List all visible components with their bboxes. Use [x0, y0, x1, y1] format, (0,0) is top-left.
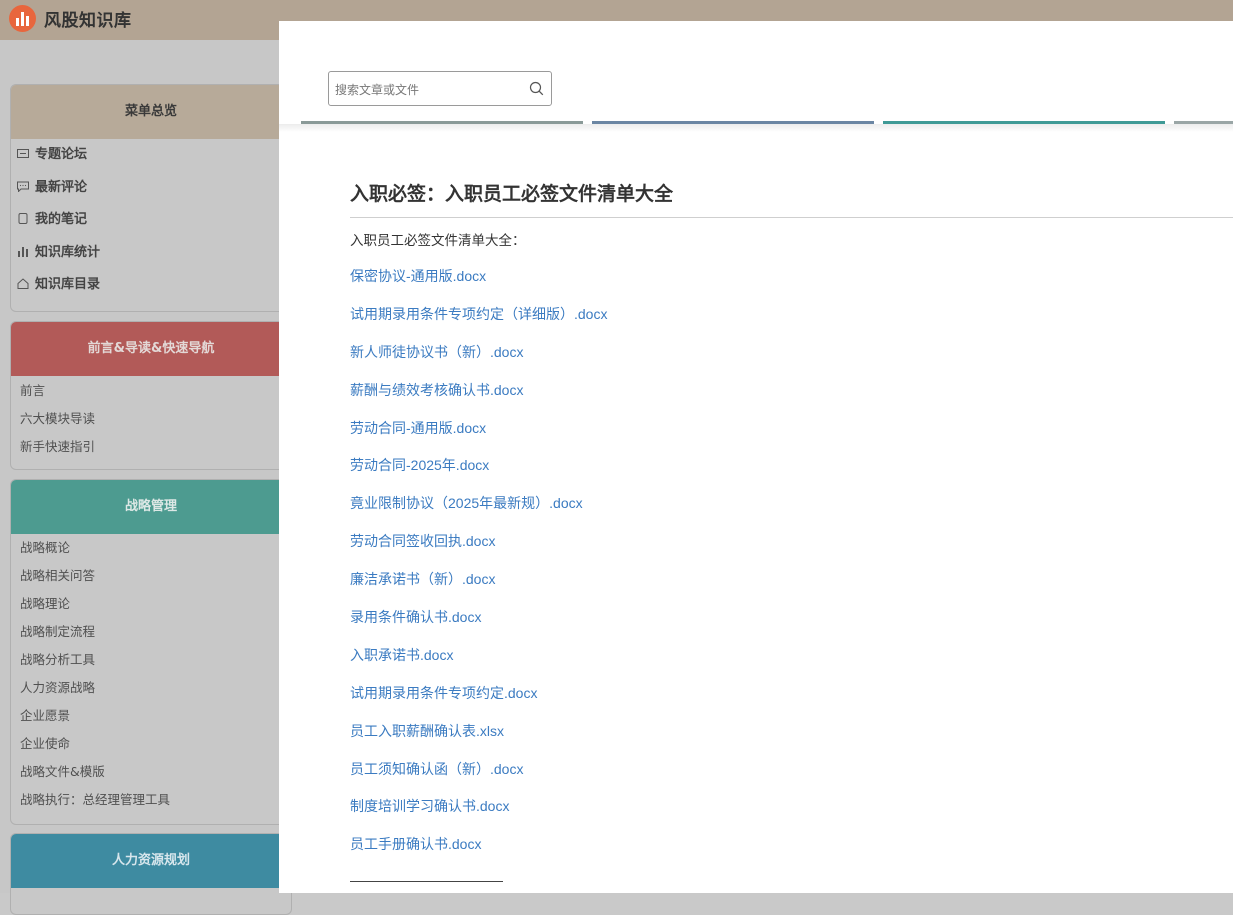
list-item: 竟业限制协议（2025年最新规）.docx — [350, 493, 607, 531]
file-link[interactable]: 录用条件确认书.docx — [350, 609, 481, 625]
sidebar-item-strategy[interactable]: 战略概论 — [11, 534, 291, 562]
sidebar-item-label: 专题论坛 — [35, 147, 88, 162]
file-link[interactable]: 劳动合同-通用版.docx — [350, 420, 486, 436]
menu-overview-panel: 菜单总览 专题论坛 最新评论 我的笔记 知识库统计 知识库目录 — [10, 84, 292, 312]
divider — [279, 124, 1233, 132]
sidebar-item-comments[interactable]: 最新评论 — [11, 172, 291, 205]
divider — [350, 881, 503, 882]
intro-panel: 前言&导读&快速导航 前言 六大模块导读 新手快速指引 — [10, 321, 292, 470]
sidebar-item-preface[interactable]: 前言 — [11, 377, 291, 405]
sidebar-item-strategy[interactable]: 企业愿景 — [11, 702, 291, 730]
list-item: 劳动合同签收回执.docx — [350, 531, 607, 569]
file-link[interactable]: 员工手册确认书.docx — [350, 836, 481, 852]
sidebar-item-strategy[interactable]: 战略文件&模版 — [11, 758, 291, 786]
strategy-panel-title[interactable]: 战略管理 — [11, 480, 291, 534]
list-item: 劳动合同-2025年.docx — [350, 455, 607, 493]
sidebar: 菜单总览 专题论坛 最新评论 我的笔记 知识库统计 知识库目录 前言&导读&快速… — [0, 40, 292, 915]
list-item: 试用期录用条件专项约定.docx — [350, 683, 607, 721]
list-item: 录用条件确认书.docx — [350, 607, 607, 645]
article-title: 入职必签：入职员工必签文件清单大全 — [350, 183, 674, 205]
list-item: 制度培训学习确认书.docx — [350, 796, 607, 834]
file-link[interactable]: 保密协议-通用版.docx — [350, 268, 486, 284]
sidebar-item-notes[interactable]: 我的笔记 — [11, 204, 291, 237]
file-link[interactable]: 新人师徒协议书（新）.docx — [350, 344, 523, 360]
list-item: 员工手册确认书.docx — [350, 834, 607, 872]
sidebar-item-quick-start[interactable]: 新手快速指引 — [11, 433, 291, 461]
file-link[interactable]: 试用期录用条件专项约定（详细版）.docx — [350, 306, 607, 322]
strategy-panel: 战略管理 战略概论 战略相关问答 战略理论 战略制定流程 战略分析工具 人力资源… — [10, 479, 292, 825]
file-link[interactable]: 劳动合同-2025年.docx — [350, 457, 489, 473]
sidebar-item-strategy[interactable]: 战略理论 — [11, 590, 291, 618]
file-link[interactable]: 员工入职薪酬确认表.xlsx — [350, 723, 504, 739]
bar-chart-logo-icon[interactable] — [9, 5, 36, 32]
search-icon[interactable] — [529, 81, 544, 96]
sidebar-item-strategy[interactable]: 战略制定流程 — [11, 618, 291, 646]
sidebar-item-forum[interactable]: 专题论坛 — [11, 139, 291, 172]
list-item: 廉洁承诺书（新）.docx — [350, 569, 607, 607]
home-icon — [17, 278, 29, 289]
file-link[interactable]: 廉洁承诺书（新）.docx — [350, 571, 495, 587]
sidebar-item-stats[interactable]: 知识库统计 — [11, 237, 291, 270]
divider — [350, 217, 1233, 218]
list-item: 员工须知确认函（新）.docx — [350, 759, 607, 797]
note-icon — [18, 213, 28, 224]
sidebar-item-modules-guide[interactable]: 六大模块导读 — [11, 405, 291, 433]
list-item: 员工入职薪酬确认表.xlsx — [350, 721, 607, 759]
brand-name[interactable]: 风股知识库 — [44, 6, 132, 31]
sidebar-item-strategy[interactable]: 战略分析工具 — [11, 646, 291, 674]
file-link[interactable]: 劳动合同签收回执.docx — [350, 533, 495, 549]
forum-icon — [17, 149, 29, 158]
sidebar-item-label: 知识库目录 — [35, 277, 101, 292]
hr-planning-panel-title[interactable]: 人力资源规划 — [11, 834, 291, 888]
file-link[interactable]: 员工须知确认函（新）.docx — [350, 761, 523, 777]
search-box — [328, 71, 552, 107]
article-intro: 入职员工必签文件清单大全： — [350, 233, 526, 249]
sidebar-item-strategy[interactable]: 战略相关问答 — [11, 562, 291, 590]
main-content: 入职必签：入职员工必签文件清单大全 入职员工必签文件清单大全： 保密协议-通用版… — [279, 21, 1233, 893]
list-item: 新人师徒协议书（新）.docx — [350, 342, 607, 380]
file-link[interactable]: 制度培训学习确认书.docx — [350, 798, 509, 814]
list-item: 保密协议-通用版.docx — [350, 266, 607, 304]
list-item: 入职承诺书.docx — [350, 645, 607, 683]
file-link[interactable]: 试用期录用条件专项约定.docx — [350, 685, 537, 701]
stats-icon — [18, 246, 28, 257]
file-list: 保密协议-通用版.docx 试用期录用条件专项约定（详细版）.docx 新人师徒… — [350, 266, 607, 872]
list-item: 试用期录用条件专项约定（详细版）.docx — [350, 304, 607, 342]
sidebar-item-strategy[interactable]: 人力资源战略 — [11, 674, 291, 702]
sidebar-item-strategy[interactable]: 企业使命 — [11, 730, 291, 758]
sidebar-item-label: 我的笔记 — [35, 212, 88, 227]
sidebar-item-label: 最新评论 — [35, 179, 88, 195]
file-link[interactable]: 入职承诺书.docx — [350, 647, 453, 663]
hr-planning-panel: 人力资源规划 — [10, 833, 292, 915]
menu-overview-title[interactable]: 菜单总览 — [11, 85, 291, 139]
file-link[interactable]: 薪酬与绩效考核确认书.docx — [350, 382, 523, 398]
intro-panel-title[interactable]: 前言&导读&快速导航 — [11, 322, 291, 376]
list-item: 劳动合同-通用版.docx — [350, 418, 607, 456]
sidebar-item-label: 知识库统计 — [35, 244, 101, 260]
sidebar-item-catalog[interactable]: 知识库目录 — [11, 269, 291, 302]
search-input[interactable] — [333, 72, 527, 107]
list-item: 薪酬与绩效考核确认书.docx — [350, 380, 607, 418]
comment-icon — [17, 181, 29, 192]
file-link[interactable]: 竟业限制协议（2025年最新规）.docx — [350, 495, 583, 511]
sidebar-item-strategy[interactable]: 战略执行：总经理管理工具 — [11, 786, 291, 814]
